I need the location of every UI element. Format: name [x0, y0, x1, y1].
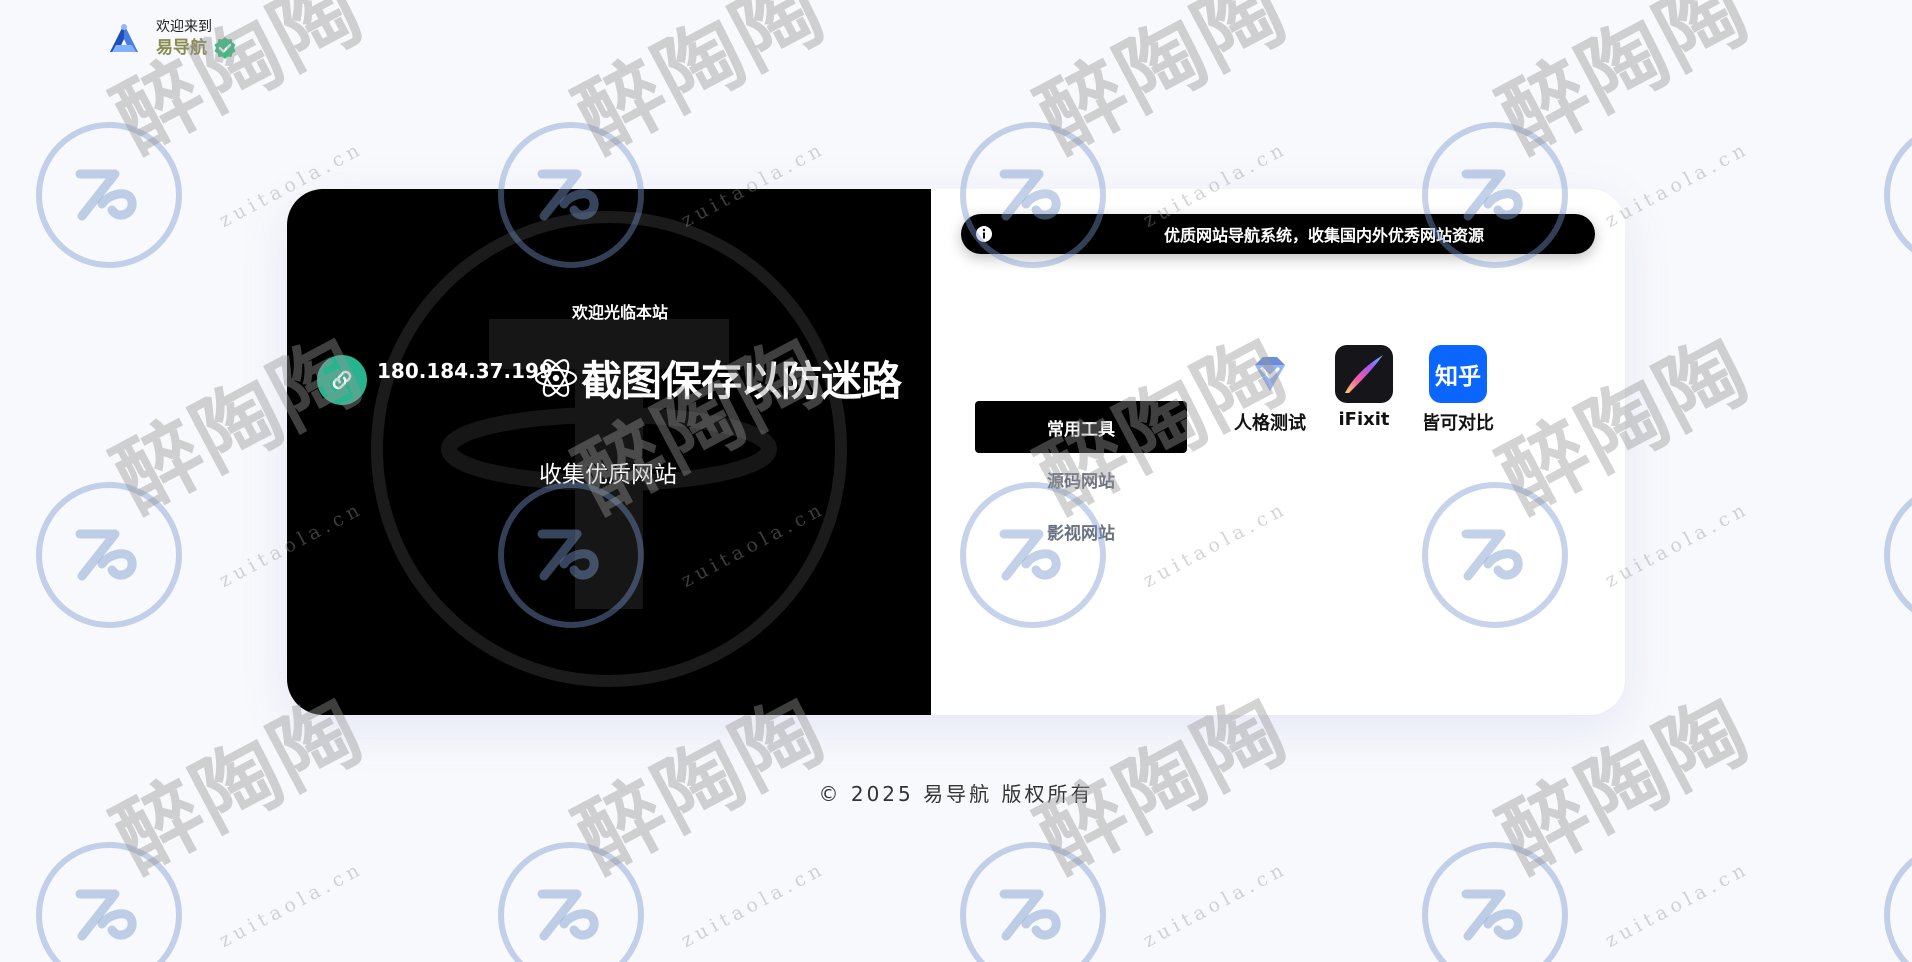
diamond-icon [1241, 345, 1299, 403]
page: 欢迎来到 易导航 欢迎光临本站 180.184.37.199 截图保存以防迷路 … [0, 0, 1912, 962]
watermark-logo-icon [960, 842, 1106, 962]
notice-text: 优质网站导航系统，收集国内外优秀网站资源 [1163, 226, 1484, 245]
watermark-logo-icon [36, 122, 182, 268]
zhihu-icon: 知乎 [1429, 345, 1487, 403]
visitor-ip: 180.184.37.199 [377, 359, 553, 383]
app-ifixit[interactable]: iFixit [1317, 345, 1411, 435]
watermark-text: 醉陶陶 [1023, 0, 1304, 172]
app-label: iFixit [1338, 409, 1390, 430]
footer-copyright: © 2025 易导航 版权所有 [818, 782, 1094, 806]
watermark-sub: zuitaola.cn [677, 857, 830, 952]
watermark-sub: zuitaola.cn [215, 857, 368, 952]
site-header: 欢迎来到 易导航 [106, 18, 237, 60]
hero-headline: 截图保存以防迷路 [581, 357, 902, 405]
info-icon [976, 226, 992, 242]
app-label: 人格测试 [1234, 413, 1306, 434]
app-grid: 人格测试 iFixit 知乎 皆可对比 [1223, 345, 1505, 435]
watermark-tile: 醉陶陶zuitaola.cn [1884, 390, 1912, 650]
link-icon[interactable] [317, 355, 367, 405]
watermark-sub: zuitaola.cn [1139, 857, 1292, 952]
tab-video-sites[interactable]: 影视网站 [975, 505, 1187, 557]
watermark-logo-icon [1884, 842, 1912, 962]
watermark-tile: 醉陶陶zuitaola.cn [1884, 30, 1912, 290]
app-label: 皆可对比 [1422, 413, 1494, 434]
header-welcome: 欢迎来到 [156, 19, 212, 35]
watermark-logo-icon [36, 842, 182, 962]
app-compare[interactable]: 知乎 皆可对比 [1411, 345, 1505, 435]
main-card: 欢迎光临本站 180.184.37.199 截图保存以防迷路 收集优质网站 优质… [287, 189, 1625, 715]
hero-tagline: 收集优质网站 [539, 462, 677, 488]
brush-stroke-icon [1335, 345, 1393, 403]
tab-common-tools[interactable]: 常用工具 [975, 401, 1187, 453]
site-brand[interactable]: 易导航 [156, 37, 207, 59]
watermark-logo-icon [1422, 842, 1568, 962]
watermark-text: 醉陶陶 [1485, 0, 1766, 172]
check-badge-icon [214, 37, 236, 59]
watermark-logo-icon [36, 482, 182, 628]
watermark-logo-icon [1884, 122, 1912, 268]
nav-panel: 优质网站导航系统，收集国内外优秀网站资源 常用工具 源码网站 影视网站 人格测试… [931, 189, 1625, 715]
tab-source-sites[interactable]: 源码网站 [975, 453, 1187, 505]
hero-welcome: 欢迎光临本站 [571, 303, 668, 322]
category-tabs: 常用工具 源码网站 影视网站 [975, 401, 1187, 557]
watermark-text: 醉陶陶 [561, 0, 842, 172]
watermark-sub: zuitaola.cn [1601, 857, 1754, 952]
header-text: 欢迎来到 易导航 [156, 18, 237, 60]
atom-icon [534, 359, 578, 397]
watermark-logo-icon [498, 842, 644, 962]
header-brand-row: 易导航 [156, 36, 237, 60]
notice-bar: 优质网站导航系统，收集国内外优秀网站资源 [961, 214, 1595, 254]
hero-panel: 欢迎光临本站 180.184.37.199 截图保存以防迷路 收集优质网站 [287, 189, 931, 715]
watermark-logo-icon [1884, 482, 1912, 628]
coin-background-icon [371, 211, 847, 687]
triangle-a-logo-icon[interactable] [106, 21, 142, 57]
app-personality-test[interactable]: 人格测试 [1223, 345, 1317, 435]
